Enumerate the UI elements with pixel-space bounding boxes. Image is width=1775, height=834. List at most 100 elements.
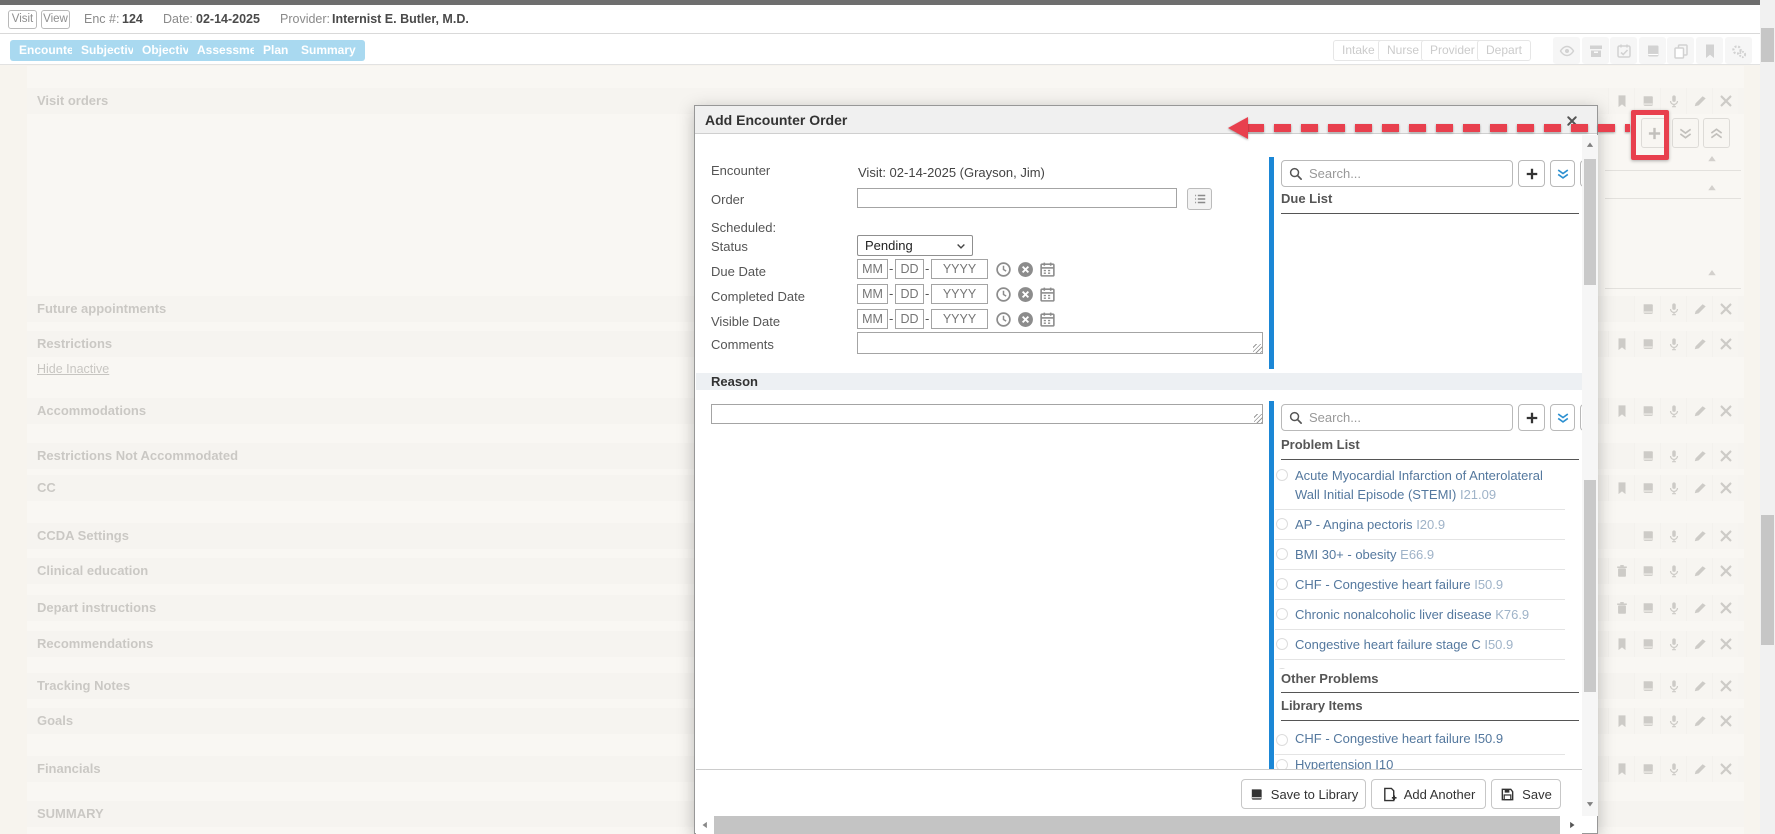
trash-icon[interactable] bbox=[1608, 558, 1634, 584]
calendar-icon[interactable] bbox=[1039, 286, 1056, 303]
bookmark-icon[interactable] bbox=[1608, 88, 1634, 114]
list-item[interactable]: Chronic nonalcoholic liver disease K76.9 bbox=[1275, 600, 1565, 630]
status-select[interactable]: Pending bbox=[857, 235, 973, 256]
close-icon[interactable] bbox=[1712, 595, 1738, 621]
close-icon[interactable] bbox=[1712, 756, 1738, 782]
completed-date-mm-input[interactable] bbox=[857, 284, 888, 304]
clear-date-icon[interactable] bbox=[1017, 261, 1034, 278]
close-icon[interactable] bbox=[1712, 523, 1738, 549]
pencil-icon[interactable] bbox=[1686, 631, 1712, 657]
book-icon[interactable] bbox=[1634, 296, 1660, 322]
list-item[interactable]: Acute Myocardial Infarction of Anterolat… bbox=[1275, 461, 1565, 510]
add-icon[interactable] bbox=[1518, 160, 1545, 187]
clear-date-icon[interactable] bbox=[1017, 286, 1034, 303]
expand-all-icon[interactable] bbox=[1550, 404, 1575, 431]
radio-icon[interactable] bbox=[1276, 638, 1288, 650]
list-item[interactable]: CHF - Congestive heart failure I50.9 bbox=[1275, 570, 1565, 600]
radio-icon[interactable] bbox=[1276, 578, 1288, 590]
dialog-horizontal-scrollbar[interactable] bbox=[696, 816, 1582, 834]
close-icon[interactable] bbox=[1712, 443, 1738, 469]
radio-icon[interactable] bbox=[1276, 518, 1288, 530]
tab-visit[interactable]: Visit bbox=[8, 10, 37, 29]
scroll-up-icon[interactable] bbox=[1585, 140, 1595, 150]
due-date-yyyy-input[interactable] bbox=[931, 259, 988, 279]
pencil-icon[interactable] bbox=[1686, 398, 1712, 424]
close-icon[interactable] bbox=[1712, 331, 1738, 357]
list-item[interactable]: CHF - Congestive heart failure I50.9 bbox=[1275, 726, 1565, 755]
book-icon[interactable] bbox=[1639, 37, 1666, 64]
stage-intake-button[interactable]: Intake bbox=[1333, 40, 1384, 61]
pencil-icon[interactable] bbox=[1686, 558, 1712, 584]
list-item[interactable]: Congestive heart failure stage C I50.9 bbox=[1275, 630, 1565, 660]
pencil-icon[interactable] bbox=[1686, 673, 1712, 699]
list-item[interactable]: AP - Angina pectoris I20.9 bbox=[1275, 510, 1565, 540]
scrollbar-thumb[interactable] bbox=[1584, 159, 1596, 285]
stage-depart-button[interactable]: Depart bbox=[1477, 40, 1531, 61]
completed-date-yyyy-input[interactable] bbox=[931, 284, 988, 304]
eye-icon[interactable] bbox=[1553, 37, 1580, 64]
hide-inactive-link[interactable]: Hide Inactive bbox=[37, 362, 109, 376]
mic-icon[interactable] bbox=[1660, 673, 1686, 699]
close-icon[interactable] bbox=[1712, 475, 1738, 501]
save-to-library-button[interactable]: Save to Library bbox=[1241, 779, 1366, 809]
radio-icon[interactable] bbox=[1276, 734, 1288, 746]
collapse-caret-icon[interactable] bbox=[1706, 267, 1718, 279]
order-input[interactable] bbox=[857, 188, 1177, 208]
bookmark-icon[interactable] bbox=[1608, 398, 1634, 424]
mic-icon[interactable] bbox=[1660, 398, 1686, 424]
pencil-icon[interactable] bbox=[1686, 595, 1712, 621]
calendar-icon[interactable] bbox=[1039, 261, 1056, 278]
bookmark-icon[interactable] bbox=[1608, 631, 1634, 657]
bookmark-icon[interactable] bbox=[1608, 475, 1634, 501]
dialog-vertical-scrollbar[interactable] bbox=[1582, 135, 1598, 816]
due-date-mm-input[interactable] bbox=[857, 259, 888, 279]
scroll-right-icon[interactable] bbox=[1567, 820, 1577, 830]
pencil-icon[interactable] bbox=[1686, 523, 1712, 549]
close-icon[interactable] bbox=[1712, 631, 1738, 657]
scrollbar-thumb[interactable] bbox=[1584, 480, 1596, 692]
collapse-caret-icon[interactable] bbox=[1706, 153, 1718, 165]
mic-icon[interactable] bbox=[1660, 708, 1686, 734]
page-scrollbar-thumb[interactable] bbox=[1761, 515, 1774, 645]
list-item[interactable]: Hypertension I10 bbox=[1275, 756, 1565, 769]
visible-date-dd-input[interactable] bbox=[895, 309, 924, 329]
expand-all-icon[interactable] bbox=[1672, 118, 1699, 148]
reason-input[interactable] bbox=[711, 404, 1263, 424]
mic-icon[interactable] bbox=[1660, 595, 1686, 621]
clock-icon[interactable] bbox=[995, 286, 1012, 303]
collapse-caret-icon[interactable] bbox=[1706, 182, 1718, 194]
pencil-icon[interactable] bbox=[1686, 88, 1712, 114]
book-icon[interactable] bbox=[1634, 708, 1660, 734]
add-another-button[interactable]: Add Another bbox=[1371, 779, 1486, 809]
book-icon[interactable] bbox=[1634, 631, 1660, 657]
completed-date-dd-input[interactable] bbox=[895, 284, 924, 304]
clear-date-icon[interactable] bbox=[1017, 311, 1034, 328]
scroll-down-icon[interactable] bbox=[1585, 799, 1595, 809]
calendar-check-icon[interactable] bbox=[1610, 37, 1637, 64]
mic-icon[interactable] bbox=[1660, 331, 1686, 357]
calendar-icon[interactable] bbox=[1039, 311, 1056, 328]
order-list-picker-icon[interactable] bbox=[1187, 188, 1212, 210]
gears-icon[interactable] bbox=[1725, 37, 1752, 64]
bookmark-icon[interactable] bbox=[1608, 331, 1634, 357]
list-item[interactable]: Coronary Atherosclerosis of Native C bbox=[1275, 660, 1565, 669]
pencil-icon[interactable] bbox=[1686, 443, 1712, 469]
problem-search-input[interactable] bbox=[1281, 404, 1513, 431]
nav-plan-button[interactable]: Plan bbox=[254, 40, 297, 61]
book-icon[interactable] bbox=[1634, 443, 1660, 469]
add-icon[interactable] bbox=[1518, 404, 1545, 431]
pencil-icon[interactable] bbox=[1686, 296, 1712, 322]
collapse-all-icon[interactable] bbox=[1703, 118, 1730, 148]
save-button[interactable]: Save bbox=[1491, 779, 1561, 809]
nav-summary-button[interactable]: Summary bbox=[292, 40, 365, 61]
close-icon[interactable] bbox=[1712, 673, 1738, 699]
radio-icon[interactable] bbox=[1276, 759, 1288, 769]
pencil-icon[interactable] bbox=[1686, 756, 1712, 782]
comments-input[interactable] bbox=[857, 332, 1263, 354]
book-icon[interactable] bbox=[1634, 523, 1660, 549]
close-icon[interactable] bbox=[1712, 88, 1738, 114]
due-date-dd-input[interactable] bbox=[895, 259, 924, 279]
page-scrollbar-segment[interactable] bbox=[1761, 28, 1774, 62]
pencil-icon[interactable] bbox=[1686, 708, 1712, 734]
tab-view[interactable]: View bbox=[41, 10, 70, 29]
